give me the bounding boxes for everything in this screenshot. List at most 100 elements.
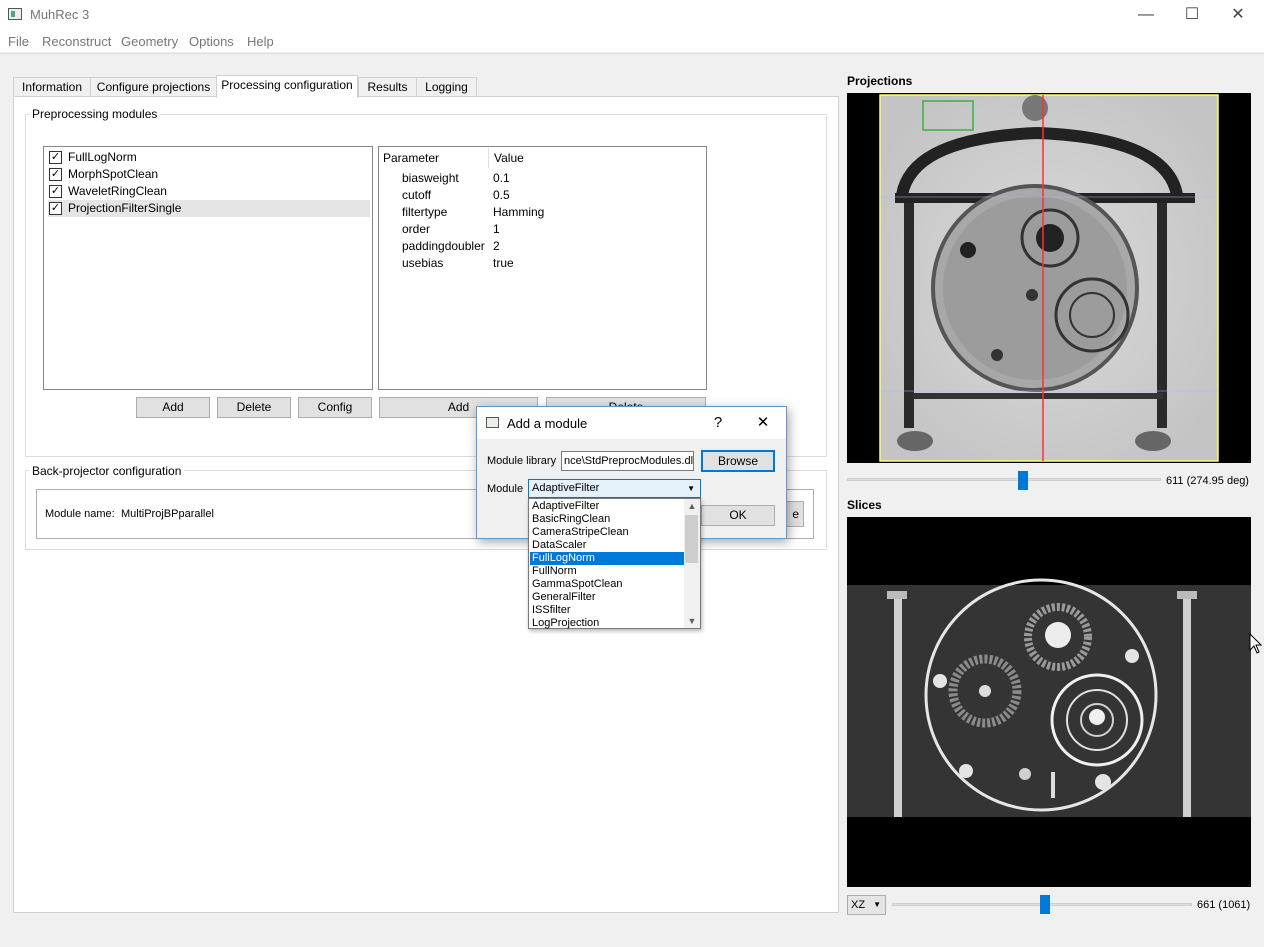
menu-reconstruct[interactable]: Reconstruct: [42, 34, 111, 49]
tab-logging[interactable]: Logging: [416, 77, 477, 97]
module-checkbox[interactable]: ✓: [49, 185, 62, 198]
module-select-value: AdaptiveFilter: [532, 482, 600, 494]
module-label: ProjectionFilterSingle: [68, 201, 182, 215]
window-title: MuhRec 3: [30, 7, 90, 22]
module-option[interactable]: AdaptiveFilter: [530, 500, 684, 513]
module-label: MorphSpotClean: [68, 167, 159, 181]
parameter-name: paddingdoubler: [402, 239, 485, 253]
mouse-cursor-icon: [1249, 633, 1263, 654]
projection-slider-handle[interactable]: [1017, 471, 1028, 490]
module-option[interactable]: LogProjection: [530, 617, 684, 630]
parameter-name: usebias: [402, 256, 444, 270]
slice-plane-select[interactable]: XZ ▼: [847, 895, 886, 915]
module-option[interactable]: DataScaler: [530, 539, 684, 552]
projection-index-readout: 611 (274.95 deg): [1166, 475, 1249, 487]
chevron-down-icon: ▼: [873, 900, 881, 909]
menu-geometry[interactable]: Geometry: [121, 34, 178, 49]
close-icon[interactable]: ✕: [749, 411, 777, 435]
value-column-header[interactable]: Value: [494, 148, 694, 168]
parameter-row[interactable]: cutoff 0.5: [380, 187, 700, 204]
tab-results[interactable]: Results: [358, 77, 417, 97]
minimize-button[interactable]: —: [1123, 0, 1169, 30]
browse-button[interactable]: Browse: [701, 450, 775, 472]
module-name-label: Module name:: [45, 508, 115, 520]
module-option[interactable]: CameraStripeClean: [530, 526, 684, 539]
projection-image[interactable]: [847, 93, 1251, 463]
backprojector-group-title: Back-projector configuration: [29, 464, 185, 478]
tab-information[interactable]: Information: [13, 77, 91, 97]
scroll-down-icon[interactable]: ▼: [684, 614, 700, 628]
module-checkbox[interactable]: ✓: [49, 151, 62, 164]
parameter-row[interactable]: biasweight 0.1: [380, 170, 700, 187]
module-checkbox[interactable]: ✓: [49, 202, 62, 215]
module-item[interactable]: ✓ WaveletRingClean: [48, 183, 370, 200]
slice-index-readout: 661 (1061): [1197, 899, 1251, 911]
parameter-name: filtertype: [402, 205, 448, 219]
menu-separator: [0, 53, 1264, 54]
module-item[interactable]: ✓ FullLogNorm: [48, 149, 370, 166]
projections-title: Projections: [847, 74, 913, 88]
parameter-row[interactable]: usebias true: [380, 255, 700, 272]
module-item[interactable]: ✓ MorphSpotClean: [48, 166, 370, 183]
parameter-name: biasweight: [402, 171, 459, 185]
slices-title: Slices: [847, 498, 882, 512]
module-checkbox[interactable]: ✓: [49, 168, 62, 181]
dialog-title-bar: Add a module ? ✕: [477, 407, 786, 439]
parameter-table[interactable]: Parameter Value biasweight 0.1 cutoff 0.…: [378, 146, 707, 390]
module-library-label: Module library: [487, 455, 557, 467]
dialog-app-icon: [486, 417, 499, 428]
parameter-value[interactable]: true: [493, 255, 514, 272]
parameter-column-header[interactable]: Parameter: [383, 148, 489, 168]
title-bar: MuhRec 3 — ☐ ✕: [0, 0, 1264, 30]
module-item-selected[interactable]: ✓ ProjectionFilterSingle: [48, 200, 370, 217]
slice-image[interactable]: [847, 517, 1251, 887]
parameter-value[interactable]: 2: [493, 238, 500, 255]
module-option[interactable]: ISSfilter: [530, 604, 684, 617]
tab-processing-configuration[interactable]: Processing configuration: [216, 75, 358, 98]
slice-plane-value: XZ: [851, 899, 866, 911]
module-option[interactable]: BasicRingClean: [530, 513, 684, 526]
parameter-value[interactable]: 1: [493, 221, 500, 238]
slice-tomogram: [847, 578, 1251, 817]
module-label: WaveletRingClean: [68, 184, 167, 198]
module-option[interactable]: FullNorm: [530, 565, 684, 578]
module-label: Module: [487, 483, 524, 495]
module-library-field[interactable]: nce\StdPreprocModules.dll: [561, 451, 694, 471]
dropdown-scrollbar[interactable]: ▲ ▼: [684, 499, 700, 628]
slice-slider-handle[interactable]: [1040, 895, 1050, 914]
add-module-button[interactable]: Add: [136, 397, 210, 418]
dialog-title: Add a module: [507, 416, 588, 431]
maximize-button[interactable]: ☐: [1169, 0, 1215, 30]
parameter-row[interactable]: paddingdoubler 2: [380, 238, 700, 255]
menu-options[interactable]: Options: [189, 34, 234, 49]
ok-button[interactable]: OK: [701, 505, 775, 526]
parameter-value[interactable]: Hamming: [493, 204, 544, 221]
preprocessing-group-title: Preprocessing modules: [29, 107, 161, 121]
help-icon[interactable]: ?: [704, 411, 732, 435]
app-icon: [8, 8, 22, 20]
projection-radiograph: [879, 94, 1219, 462]
menu-file[interactable]: File: [8, 34, 29, 49]
close-button[interactable]: ✕: [1215, 0, 1261, 30]
parameter-value[interactable]: 0.5: [493, 187, 510, 204]
module-dropdown-list[interactable]: AdaptiveFilter BasicRingClean CameraStri…: [528, 498, 701, 629]
menu-bar: File Reconstruct Geometry Options Help: [0, 30, 1264, 52]
menu-help[interactable]: Help: [247, 34, 274, 49]
parameter-name: cutoff: [402, 188, 432, 202]
chevron-down-icon: ▼: [687, 484, 695, 493]
delete-module-button[interactable]: Delete: [217, 397, 291, 418]
parameter-value[interactable]: 0.1: [493, 170, 510, 187]
module-name-value: MultiProjBPparallel: [121, 508, 214, 520]
projection-slider-track[interactable]: [847, 478, 1161, 481]
scroll-up-icon[interactable]: ▲: [684, 499, 700, 513]
parameter-row[interactable]: order 1: [380, 221, 700, 238]
module-option-highlighted[interactable]: FullLogNorm: [530, 552, 684, 565]
module-list[interactable]: ✓ FullLogNorm ✓ MorphSpotClean ✓ Wavelet…: [43, 146, 373, 390]
scrollbar-thumb[interactable]: [685, 515, 698, 563]
module-option[interactable]: GeneralFilter: [530, 591, 684, 604]
module-select[interactable]: AdaptiveFilter ▼: [528, 479, 701, 498]
parameter-row[interactable]: filtertype Hamming: [380, 204, 700, 221]
tab-configure-projections[interactable]: Configure projections: [90, 77, 217, 97]
config-module-button[interactable]: Config: [298, 397, 372, 418]
module-option[interactable]: GammaSpotClean: [530, 578, 684, 591]
